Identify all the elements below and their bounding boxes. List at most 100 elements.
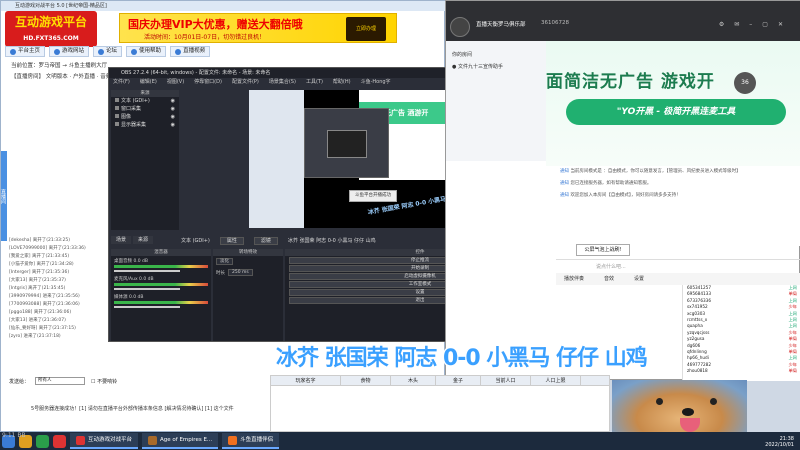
eye-icon[interactable]: ◉	[171, 97, 175, 105]
bubble-tip[interactable]: 公屏气泡上战刷!	[576, 244, 630, 256]
tab-scenes[interactable]: 场景	[111, 236, 132, 244]
platform-logo[interactable]: 互动游戏平台 HD.FXT365.COM	[5, 11, 97, 47]
nav-games-button[interactable]: 游戏网站	[49, 46, 90, 57]
volume-meter	[114, 301, 208, 304]
chat-line: [大家13] 离开了(21:35:37)	[9, 278, 66, 283]
corner-watermark: 9:11 BB	[2, 432, 26, 439]
table-column-header[interactable]: 木头	[391, 376, 436, 385]
browser-icon[interactable]	[36, 434, 49, 448]
volume-fader[interactable]	[114, 288, 180, 290]
taskbar-clock[interactable]: 21:38 2022/10/01	[765, 436, 794, 448]
room-name: 直播天衡罗马俱乐部	[476, 22, 526, 28]
table-column-header[interactable]: 玩家名字	[271, 376, 341, 385]
nav-label: 游戏网站	[62, 48, 85, 54]
promo-banner[interactable]: 国庆办理VIP大优惠，赠送大翻倍哦 活动时间：10月01日-07日，切勿错过良机…	[119, 13, 397, 43]
channel-item[interactable]: ● 文件九十三宣传助手	[452, 63, 503, 70]
avatar[interactable]	[450, 17, 470, 37]
sound-effects-button[interactable]: 音效	[604, 273, 614, 285]
window-control-icons[interactable]: ⚙✉–▢✕	[719, 21, 793, 28]
banner-title: 国庆办理VIP大优惠，赠送大翻倍哦	[128, 18, 303, 31]
play-music-button[interactable]: 播放伴奏	[564, 273, 584, 285]
message-text: 您已连接服务器，如有帮助请通知客服。	[570, 181, 652, 186]
chat-header: 直播天衡罗马俱乐部 36106728 ⚙✉–▢✕	[446, 1, 800, 41]
chat-line: [我爱之家] 离开了(21:33:45)	[9, 254, 70, 259]
user-name: zhou0818	[687, 368, 708, 374]
ad-countdown[interactable]: 36	[734, 72, 756, 94]
table-column-header[interactable]: 人口上限	[531, 376, 581, 385]
dog-eye	[656, 398, 663, 405]
nav-forum-button[interactable]: 论坛	[93, 46, 123, 57]
menu-view[interactable]: 视图(V)	[167, 78, 184, 87]
menu-docks[interactable]: 停靠窗口(D)	[194, 78, 222, 87]
volume-fader[interactable]	[114, 306, 180, 308]
chat-input[interactable]: 说点什么吧...	[556, 259, 800, 273]
table-column-header[interactable]: 金子	[436, 376, 481, 385]
menu-profile[interactable]: 配置文件(P)	[232, 78, 259, 87]
ad-title: 面简洁无广告 游戏开	[546, 72, 715, 92]
nav-video-button[interactable]: 直播视频	[170, 46, 211, 57]
app-icon[interactable]	[53, 434, 66, 448]
table-column-header[interactable]: 食物	[341, 376, 391, 385]
eye-icon[interactable]: ◉	[171, 105, 175, 113]
taskbar-app[interactable]: Age of Empires E...	[142, 433, 219, 449]
message-tag: 通知	[560, 193, 569, 198]
banner-subtitle: 活动时间：10月01日-07日，切勿错过良机！	[144, 34, 266, 41]
volume-meter	[114, 265, 208, 268]
nav-help-button[interactable]: 使用帮助	[126, 46, 167, 57]
table-column-header[interactable]: 当前人口	[481, 376, 531, 385]
duration-input[interactable]: 250 ms	[228, 269, 253, 276]
source-label: 显示器采集	[121, 122, 147, 128]
no-ring-checkbox[interactable]: ☐ 不要响铃	[91, 378, 117, 385]
chat-line: [pggo188] 离开了(21:36:06)	[9, 310, 72, 315]
eye-icon[interactable]: ◉	[171, 113, 175, 121]
channel-list: 你的房间 ● 文件九十三宣传助手	[446, 41, 556, 161]
message-text: 当前房间模式是 ：自由模式，你可以随意发言，【管理员、风纪委员进入模式等级时】	[570, 169, 741, 174]
taskbar-app[interactable]: 斗鱼直播伴侣	[222, 433, 280, 449]
tab-sources[interactable]: 来源	[133, 236, 154, 244]
track-db: 0.0 dB	[133, 259, 148, 264]
source-label: 图像	[121, 114, 132, 120]
taskbar-app[interactable]: 互动游戏对战平台	[70, 433, 139, 449]
source-item[interactable]: 文本 (GDI+) ◉	[111, 97, 179, 105]
channel-item[interactable]: 你的房间	[452, 51, 472, 58]
help-icon	[131, 48, 138, 55]
obs-audio-mixer: 混音器 桌面音频 0.0 dB 麦克风/Aux 0.0 dB 媒体源 0.0 d…	[111, 249, 211, 341]
ad-banner[interactable]: 面简洁无广告 游戏开 36 "YO开黑 - 极简开黑连麦工具	[546, 41, 800, 166]
nav-home-button[interactable]: 平台主页	[5, 46, 46, 57]
source-item[interactable]: 窗口采集 ◉	[111, 105, 179, 113]
system-message: 通知 欢迎您加入本房间【自由模式】，同好房间请多多支持！	[556, 190, 800, 202]
nav-label: 平台主页	[18, 48, 41, 54]
chat-line: [dekesha] 离开了(21:33:25)	[9, 238, 70, 243]
player-stats-table: 玩家名字 食物 木头 金子 当前人口 人口上限	[270, 375, 610, 432]
selected-source-label: 文本 (GDI+)	[181, 238, 210, 244]
menu-tools[interactable]: 工具(T)	[306, 78, 323, 87]
menu-douyu[interactable]: 斗鱼-Hong字	[361, 78, 391, 87]
menu-scene-collection[interactable]: 场景集合(S)	[269, 78, 296, 87]
eye-icon[interactable]: ◉	[171, 121, 175, 129]
source-item[interactable]: 图像 ◉	[111, 113, 179, 121]
platform-app-icon	[76, 435, 85, 445]
menu-edit[interactable]: 编辑(E)	[140, 78, 157, 87]
track-name: 媒体源	[114, 295, 128, 300]
filters-button[interactable]: 滤镜	[253, 237, 278, 245]
side-tab-live[interactable]: 直播间	[0, 151, 7, 241]
send-to-select[interactable]: 所有人	[35, 377, 86, 385]
user-status: 单局	[788, 368, 797, 374]
chat-line: [LOVE70999000] 离开了(21:33:36)	[9, 246, 86, 251]
video-icon	[175, 48, 182, 55]
properties-button[interactable]: 属性	[219, 237, 244, 245]
settings-button[interactable]: 设置	[634, 273, 644, 285]
menu-file[interactable]: 文件(F)	[113, 78, 130, 87]
voice-chat-window: 直播天衡罗马俱乐部 36106728 ⚙✉–▢✕ 你的房间 ● 文件九十三宣传助…	[445, 0, 800, 381]
taskbar-app-label: 斗鱼直播伴侣	[240, 437, 274, 443]
preview-nested-screen	[327, 130, 367, 158]
source-item[interactable]: 显示器采集 ◉	[111, 121, 179, 129]
breadcrumb: 当前位置：罗马帝国 → 斗鱼主播刷大厅	[11, 63, 108, 69]
banner-vip-button[interactable]: 立即办理	[346, 17, 386, 41]
status-bar-text: 5号服务器连接成功！[1] 请勿在直播平台外部传播本条信息 [解决情况待确认] …	[31, 406, 234, 412]
transition-select[interactable]: 淡化	[216, 258, 233, 265]
volume-fader[interactable]	[114, 270, 180, 272]
room-tabs[interactable]: 【直播房间】 文明版本 · 户外直播 · 音频	[11, 72, 111, 80]
menu-help[interactable]: 帮助(H)	[333, 78, 351, 87]
user-row[interactable]: zhou0818 单局	[683, 368, 800, 374]
